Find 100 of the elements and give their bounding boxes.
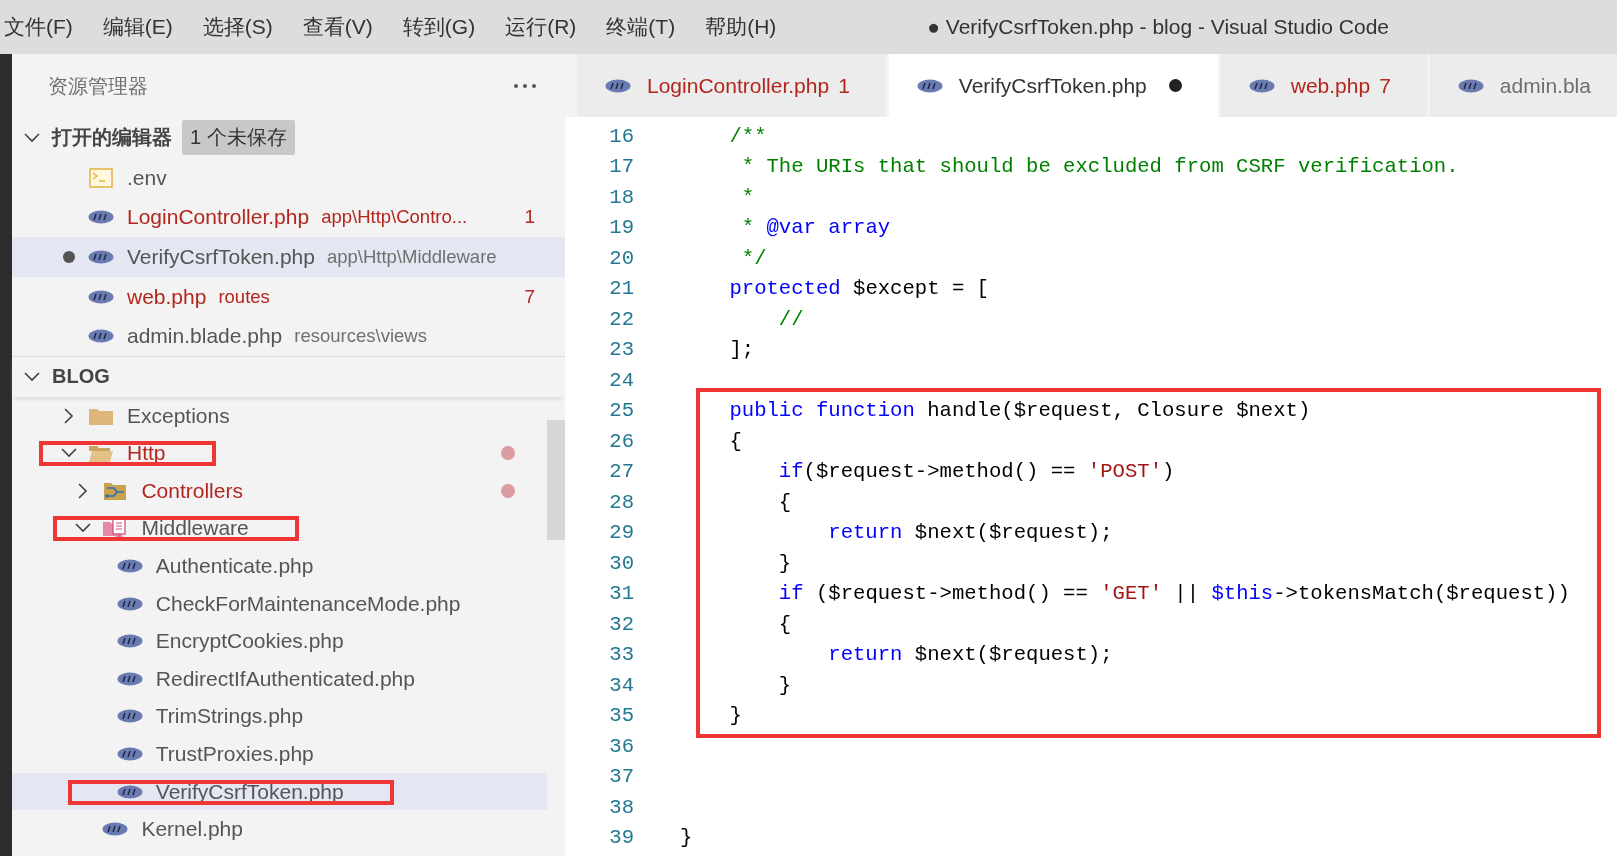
code-line: return $next($request); bbox=[827, 521, 1113, 545]
tree-item[interactable]: Middleware bbox=[12, 509, 547, 548]
line-number: 39 bbox=[608, 826, 634, 850]
line-number: 33 bbox=[608, 643, 634, 667]
section-header[interactable]: BLOG bbox=[12, 356, 565, 397]
chevron-down-icon[interactable] bbox=[23, 370, 41, 383]
problem-count: 1 bbox=[838, 73, 850, 98]
editor-tab[interactable]: web.php 7 bbox=[1220, 54, 1427, 117]
code-line: } bbox=[680, 826, 693, 850]
section-header[interactable]: 打开的编辑器 1 个未保存 bbox=[12, 118, 565, 158]
chevron-down-icon[interactable] bbox=[23, 131, 41, 144]
php-file-icon bbox=[116, 709, 143, 724]
php-file-icon bbox=[116, 559, 143, 573]
code-line: // bbox=[777, 307, 804, 331]
code-line: if($request->method() == 'POST') bbox=[777, 460, 1175, 484]
file-path: routes bbox=[218, 285, 270, 308]
php-file-icon bbox=[88, 289, 114, 304]
panel-title: 资源管理器 bbox=[48, 73, 149, 99]
code-line: ]; bbox=[728, 338, 755, 362]
line-number: 38 bbox=[608, 795, 634, 819]
file-path: resources\views bbox=[294, 325, 427, 348]
line-number: 36 bbox=[608, 734, 634, 758]
line-number: 23 bbox=[608, 338, 634, 362]
code-line: */ bbox=[740, 246, 767, 270]
menu-item[interactable]: 帮助(H) bbox=[705, 13, 777, 41]
code-line: public function handle($request, Closure $next) bbox=[728, 399, 1311, 423]
code-line: protected $except = [ bbox=[728, 277, 989, 301]
editor-tab[interactable]: LoginController.php 1 bbox=[577, 54, 886, 117]
tree-item[interactable]: Controllers bbox=[12, 472, 547, 510]
line-number: 35 bbox=[608, 704, 634, 728]
line-number: 31 bbox=[608, 582, 634, 606]
php-file-icon bbox=[88, 210, 114, 225]
line-number: 24 bbox=[608, 368, 634, 392]
tree-item[interactable]: TrustProxies.php bbox=[12, 735, 547, 773]
open-folder-icon bbox=[88, 443, 114, 464]
php-file-icon bbox=[116, 596, 143, 611]
php-file-icon bbox=[605, 78, 631, 93]
code-line: /** bbox=[728, 124, 767, 148]
chevron-down-icon[interactable] bbox=[60, 447, 78, 460]
menu-item[interactable]: 文件(F) bbox=[4, 13, 73, 41]
line-number: 37 bbox=[608, 765, 634, 789]
php-file-icon bbox=[88, 329, 114, 344]
file-path: app\Http\Middleware bbox=[326, 245, 497, 268]
tree-item[interactable]: EncryptCookies.php bbox=[12, 622, 547, 660]
line-number: 22 bbox=[608, 307, 634, 331]
code-line: { bbox=[777, 612, 792, 636]
terminal-icon bbox=[89, 167, 113, 188]
tree-item[interactable]: CheckForMaintenanceMode.php bbox=[12, 584, 547, 623]
line-number: 27 bbox=[608, 460, 634, 484]
unsaved-badge: 1 个未保存 bbox=[182, 120, 295, 156]
line-number: 34 bbox=[608, 673, 634, 697]
line-number: 26 bbox=[608, 429, 634, 453]
more-icon[interactable] bbox=[513, 83, 537, 89]
line-number: 21 bbox=[608, 277, 634, 301]
php-file-icon bbox=[116, 784, 143, 799]
open-editor-item[interactable]: web.php routes 7 bbox=[12, 276, 565, 317]
problem-count: 7 bbox=[524, 285, 535, 308]
chevron-down-icon[interactable] bbox=[74, 522, 93, 535]
code-line: } bbox=[777, 673, 792, 697]
menu-item[interactable]: 运行(R) bbox=[505, 13, 577, 41]
menu-item[interactable]: 编辑(E) bbox=[102, 13, 173, 41]
chevron-right-icon[interactable] bbox=[63, 406, 75, 425]
open-editor-item[interactable]: .env bbox=[12, 157, 565, 198]
tree-item[interactable]: Http bbox=[12, 434, 547, 472]
menu-item[interactable]: 终端(T) bbox=[606, 13, 676, 41]
line-number: 25 bbox=[608, 399, 634, 423]
open-editor-item[interactable]: LoginController.php app\Http\Contro... 1 bbox=[12, 197, 565, 238]
window-title: ● VerifyCsrfToken.php - blog - Visual Studio Code bbox=[927, 15, 1389, 39]
tree-item[interactable]: Authenticate.php bbox=[12, 547, 547, 585]
menu-item[interactable]: 查看(V) bbox=[302, 13, 373, 41]
open-editor-item[interactable]: admin.blade.php resources\views bbox=[12, 316, 565, 357]
code-line: if ($request->method() == 'GET' || $this->tokensMatch($request)) bbox=[777, 582, 1570, 606]
code-line: * bbox=[740, 185, 755, 209]
line-number: 29 bbox=[608, 521, 634, 545]
editor-tab[interactable]: VerifyCsrfToken.php bbox=[888, 54, 1218, 117]
code-line: } bbox=[777, 551, 792, 575]
menu-item[interactable]: 选择(S) bbox=[202, 13, 273, 41]
tree-item[interactable]: TrimStrings.php bbox=[12, 697, 547, 736]
tree-item[interactable]: Kernel.php bbox=[12, 810, 547, 848]
tree-item[interactable]: VerifyCsrfToken.php bbox=[12, 772, 547, 811]
line-number: 32 bbox=[608, 612, 634, 636]
php-file-icon bbox=[1248, 78, 1275, 93]
code-line: return $next($request); bbox=[827, 643, 1113, 667]
code-line: } bbox=[728, 704, 742, 728]
tree-item[interactable]: RedirectIfAuthenticated.php bbox=[12, 659, 547, 698]
php-file-icon bbox=[116, 634, 143, 649]
php-file-icon bbox=[1457, 78, 1484, 93]
scrollbar-thumb[interactable] bbox=[547, 419, 565, 540]
code-line: * The URIs that should be excluded from CSRF verification. bbox=[740, 155, 1459, 179]
tree-item[interactable]: Exceptions bbox=[12, 396, 547, 435]
code-line: { bbox=[728, 429, 742, 453]
chevron-right-icon[interactable] bbox=[77, 481, 90, 500]
open-editor-item[interactable]: VerifyCsrfToken.php app\Http\Middleware bbox=[12, 237, 565, 277]
menu-item[interactable]: 转到(G) bbox=[402, 13, 476, 41]
line-number: 18 bbox=[608, 185, 634, 209]
editor-tab[interactable]: admin.bla bbox=[1429, 54, 1617, 117]
line-number: 30 bbox=[608, 551, 634, 575]
line-number: 20 bbox=[608, 246, 634, 270]
php-file-icon bbox=[916, 78, 943, 93]
folder-page-icon bbox=[102, 517, 129, 540]
